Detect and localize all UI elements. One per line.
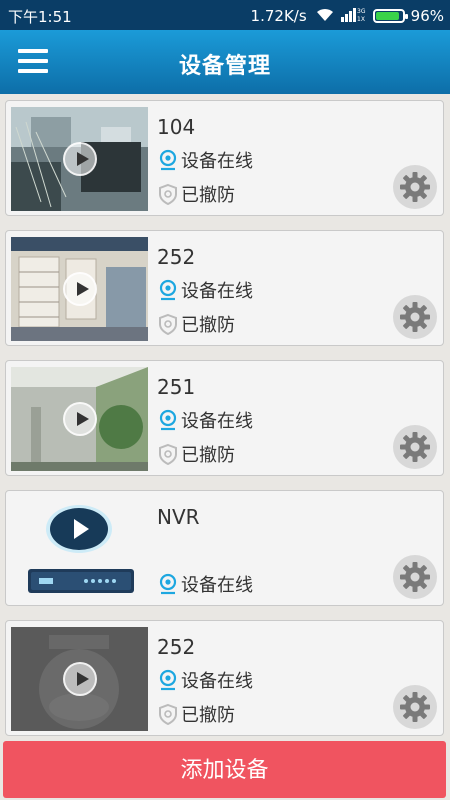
- battery-icon: [372, 9, 408, 23]
- network-speed: 1.72K/s: [250, 7, 307, 25]
- shield-disarmed-icon: [159, 703, 177, 725]
- camera-online-icon: [159, 669, 177, 691]
- camera-thumbnail[interactable]: [11, 627, 148, 731]
- status-time: 下午1:51: [8, 8, 72, 26]
- battery-level: [375, 12, 400, 20]
- device-name: 252: [157, 635, 196, 659]
- play-icon[interactable]: [62, 272, 97, 306]
- status-right: 1.72K/s 3G 1X 96%: [251, 6, 444, 26]
- page-title: 设备管理: [178, 54, 271, 79]
- shield-disarmed-icon: [159, 443, 177, 465]
- arm-status: 已撤防: [157, 311, 235, 337]
- camera-online-icon: [159, 573, 177, 595]
- device-card[interactable]: 104 设备在线 已撤防: [5, 100, 444, 216]
- arm-label: 已撤防: [181, 185, 235, 206]
- shield-disarmed-icon: [159, 183, 177, 205]
- online-status: 设备在线: [157, 147, 253, 173]
- add-device-button[interactable]: 添加设备: [3, 741, 446, 798]
- status-bar: 下午1:51 1.72K/s 3G 1X 96%: [0, 0, 450, 30]
- online-label: 设备在线: [181, 671, 253, 692]
- shield-disarmed-icon: [159, 313, 177, 335]
- online-status: 设备在线: [157, 571, 253, 597]
- device-name: 252: [157, 245, 196, 269]
- arm-status: 已撤防: [157, 701, 235, 727]
- device-name: 251: [157, 375, 196, 399]
- arm-label: 已撤防: [181, 705, 235, 726]
- svg-text:1X: 1X: [357, 16, 365, 22]
- camera-thumbnail[interactable]: [11, 367, 148, 471]
- wifi-icon: [315, 6, 335, 26]
- settings-gear-icon[interactable]: [393, 295, 437, 339]
- camera-online-icon: [159, 279, 177, 301]
- play-icon[interactable]: [62, 402, 97, 436]
- camera-thumbnail[interactable]: [11, 107, 148, 211]
- online-label: 设备在线: [181, 575, 253, 596]
- online-label: 设备在线: [181, 151, 253, 172]
- camera-thumbnail[interactable]: [11, 237, 148, 341]
- arm-status: 已撤防: [157, 181, 235, 207]
- device-card[interactable]: 252 设备在线 已撤防: [5, 230, 444, 346]
- device-card[interactable]: 252 设备在线 已撤防: [5, 620, 444, 736]
- arm-status: 已撤防: [157, 441, 235, 467]
- device-card[interactable]: 251 设备在线 已撤防: [5, 360, 444, 476]
- camera-online-icon: [159, 409, 177, 431]
- play-icon[interactable]: [62, 142, 97, 176]
- battery-percent: 96%: [410, 7, 444, 25]
- settings-gear-icon[interactable]: [393, 425, 437, 469]
- play-icon[interactable]: [62, 662, 97, 696]
- online-label: 设备在线: [181, 411, 253, 432]
- app-bar: 设备管理: [0, 30, 450, 94]
- settings-gear-icon[interactable]: [393, 685, 437, 729]
- device-list[interactable]: 104 设备在线 已撤防 252 设备在线 已撤防 251 设备在线 已撤防 N…: [0, 100, 450, 740]
- device-card[interactable]: NVR 设备在线: [5, 490, 444, 606]
- device-name: NVR: [157, 505, 200, 529]
- svg-text:3G: 3G: [357, 8, 366, 15]
- arm-label: 已撤防: [181, 445, 235, 466]
- online-label: 设备在线: [181, 281, 253, 302]
- settings-gear-icon[interactable]: [393, 555, 437, 599]
- arm-label: 已撤防: [181, 315, 235, 336]
- device-name: 104: [157, 115, 196, 139]
- nvr-thumbnail[interactable]: [11, 497, 148, 601]
- online-status: 设备在线: [157, 667, 253, 693]
- settings-gear-icon[interactable]: [393, 165, 437, 209]
- camera-online-icon: [159, 149, 177, 171]
- online-status: 设备在线: [157, 277, 253, 303]
- online-status: 设备在线: [157, 407, 253, 433]
- signal-icon: 3G 1X: [340, 6, 367, 26]
